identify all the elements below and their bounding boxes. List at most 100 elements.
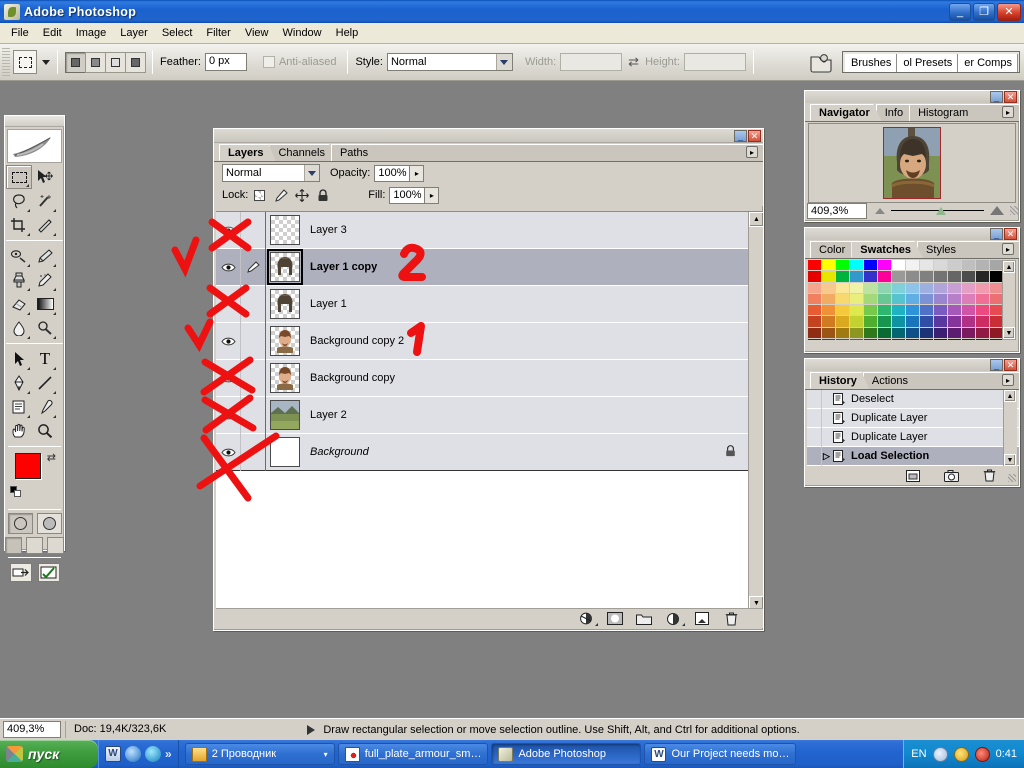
tool-blur[interactable]: [6, 316, 32, 340]
new-adjustment-layer-button[interactable]: [665, 611, 685, 626]
maximize-button[interactable]: ❐: [973, 2, 995, 21]
color-swatch[interactable]: [948, 327, 962, 340]
navigator-panel-menu-icon[interactable]: ▸: [1002, 106, 1014, 118]
color-swatch[interactable]: [948, 305, 962, 317]
status-bar-menu-arrow-icon[interactable]: [307, 724, 316, 735]
history-titlebar[interactable]: _ ✕: [805, 359, 1019, 371]
color-swatch[interactable]: [934, 305, 948, 317]
create-snapshot-button[interactable]: [943, 468, 959, 483]
fill-input[interactable]: 100%: [389, 186, 426, 204]
current-tool-icon[interactable]: [13, 50, 37, 74]
layer-visibility-toggle[interactable]: [216, 322, 241, 360]
layer-name[interactable]: Layer 3: [310, 224, 347, 236]
tool-type[interactable]: T: [32, 347, 58, 371]
layer-name[interactable]: Background: [310, 446, 369, 458]
history-snapshot-checkbox[interactable]: [807, 389, 822, 409]
style-select[interactable]: Normal: [386, 53, 513, 71]
scroll-up-arrow-icon[interactable]: ▲: [749, 212, 764, 227]
layer-visibility-toggle[interactable]: [216, 396, 241, 434]
history-snapshot-checkbox[interactable]: [807, 408, 822, 428]
dock-tab-brushes[interactable]: Brushes: [845, 54, 898, 72]
color-swatch[interactable]: [976, 316, 990, 328]
color-swatch[interactable]: [962, 316, 976, 328]
dock-tab-tool-presets[interactable]: ol Presets: [897, 54, 959, 72]
color-swatch[interactable]: [920, 282, 934, 294]
antivirus-tray-icon[interactable]: [974, 746, 990, 762]
table-row[interactable]: Layer 2: [216, 396, 748, 434]
color-swatch[interactable]: [948, 293, 962, 306]
color-swatch[interactable]: [906, 327, 920, 340]
color-swatch[interactable]: [836, 339, 850, 340]
tool-gradient[interactable]: [32, 292, 58, 316]
add-to-selection-button[interactable]: [85, 51, 106, 73]
color-swatch[interactable]: [976, 282, 990, 294]
menu-item-image[interactable]: Image: [69, 25, 114, 41]
taskbar-clock[interactable]: 0:41: [996, 748, 1017, 760]
lock-transparent-pixels-icon[interactable]: [252, 188, 267, 203]
history-close-button[interactable]: ✕: [1004, 359, 1017, 371]
tool-rectangular-marquee[interactable]: [6, 165, 32, 189]
fill-stepper-arrow-icon[interactable]: ▸: [425, 186, 440, 204]
tab-color[interactable]: Color: [810, 241, 858, 258]
layer-thumbnail[interactable]: [270, 363, 300, 393]
color-swatch[interactable]: [850, 282, 864, 294]
new-group-button[interactable]: [636, 611, 652, 626]
color-swatch[interactable]: [920, 271, 934, 283]
tab-channels[interactable]: Channels: [269, 144, 337, 161]
list-item[interactable]: Duplicate Layer: [807, 408, 1019, 428]
tab-paths[interactable]: Paths: [330, 144, 381, 161]
minimize-button[interactable]: _: [949, 2, 971, 21]
color-swatch[interactable]: [850, 327, 864, 340]
layers-panel-menu-icon[interactable]: ▸: [746, 146, 758, 158]
new-document-from-state-button[interactable]: [905, 468, 921, 483]
tool-lasso[interactable]: [6, 189, 32, 213]
new-layer-button[interactable]: [694, 611, 710, 626]
color-swatch[interactable]: [864, 339, 878, 340]
menu-item-filter[interactable]: Filter: [199, 25, 237, 41]
color-swatch[interactable]: [962, 260, 976, 272]
color-swatch[interactable]: [906, 339, 920, 340]
tab-history[interactable]: History: [810, 372, 869, 389]
color-swatch[interactable]: [878, 293, 892, 306]
color-swatch[interactable]: [934, 260, 948, 272]
volume-tray-icon[interactable]: [932, 746, 948, 762]
tab-styles[interactable]: Styles: [917, 241, 969, 258]
color-swatch[interactable]: [906, 305, 920, 317]
color-swatch[interactable]: [808, 316, 822, 328]
standard-screen-mode-button[interactable]: [5, 537, 22, 554]
color-swatch[interactable]: [906, 260, 920, 272]
table-row[interactable]: Layer 3: [216, 211, 748, 249]
color-swatch[interactable]: [962, 293, 976, 306]
color-swatch[interactable]: [892, 305, 906, 317]
task-button-explorer[interactable]: 2 Проводник ▾: [184, 743, 335, 765]
color-swatch[interactable]: [906, 293, 920, 306]
layer-visibility-toggle[interactable]: [216, 359, 241, 397]
color-swatch[interactable]: [892, 271, 906, 283]
color-swatch[interactable]: [850, 293, 864, 306]
color-swatch[interactable]: [962, 305, 976, 317]
color-swatch[interactable]: [878, 282, 892, 294]
color-swatch[interactable]: [878, 260, 892, 272]
color-swatch[interactable]: [836, 327, 850, 340]
navigator-resize-grip[interactable]: [1010, 206, 1019, 215]
jump-to-imageready-button[interactable]: [9, 563, 32, 582]
color-swatch[interactable]: [906, 282, 920, 294]
tool-dodge[interactable]: [32, 316, 58, 340]
full-screen-with-menubar-button[interactable]: [26, 537, 43, 554]
layer-thumbnail[interactable]: [270, 326, 300, 356]
history-snapshot-checkbox[interactable]: [807, 427, 822, 447]
feather-input[interactable]: 0 px: [204, 53, 247, 71]
color-swatch[interactable]: [878, 316, 892, 328]
layer-link-toggle[interactable]: [241, 396, 266, 434]
color-swatch[interactable]: [892, 339, 906, 340]
layers-window-titlebar[interactable]: _ ✕: [214, 129, 763, 143]
tool-crop[interactable]: [6, 213, 32, 237]
color-swatch[interactable]: [822, 339, 836, 340]
color-swatch[interactable]: [836, 316, 850, 328]
color-swatch[interactable]: [808, 260, 822, 272]
menu-item-window[interactable]: Window: [276, 25, 329, 41]
delete-layer-button[interactable]: [723, 611, 739, 626]
color-swatch[interactable]: [976, 305, 990, 317]
color-swatch[interactable]: [892, 293, 906, 306]
tool-slice[interactable]: [32, 213, 58, 237]
